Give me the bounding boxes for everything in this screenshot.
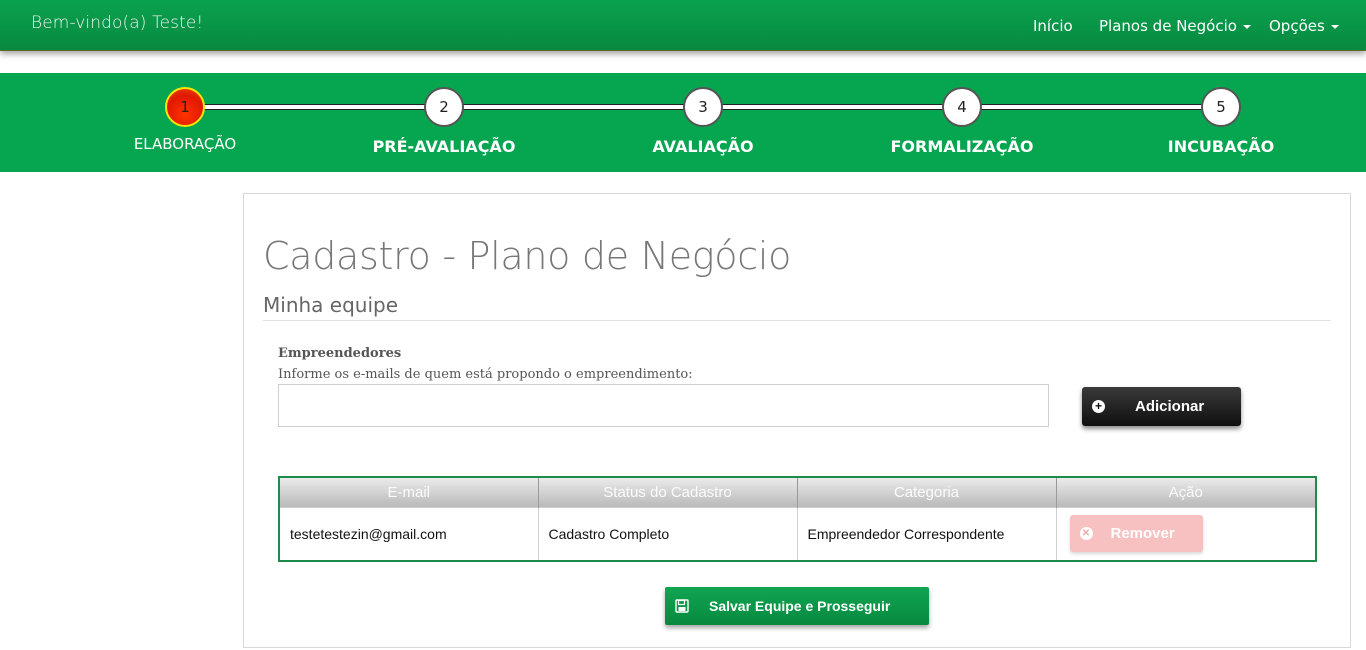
floppy-disk-icon [675,599,689,613]
times-circle-icon: ✕ [1079,527,1093,541]
page-title: Cadastro - Plano de Negócio [263,234,792,278]
divider [263,320,1331,321]
cell-status: Cadastro Completo [538,506,798,561]
save-team-button[interactable]: Salvar Equipe e Prosseguir [665,587,929,625]
email-input[interactable] [278,384,1049,427]
step-1-circle: 1 [165,87,205,127]
progress-stepper: 1 2 3 4 5 ELABORAÇÃO PRÉ-AVALIAÇÃO AVALI… [0,73,1366,172]
entrepreneurs-label: Empreendedores [278,346,402,361]
col-header-email: E-mail [279,477,539,507]
step-2-label: PRÉ-AVALIAÇÃO [372,137,516,156]
nav-opcoes-label: Opções [1269,17,1325,35]
step-connector [981,104,1203,110]
section-subtitle: Minha equipe [263,293,399,317]
remove-button[interactable]: ✕ Remover [1069,515,1203,553]
step-connector [722,104,944,110]
step-2-circle: 2 [424,87,464,127]
col-header-categoria: Categoria [797,477,1057,507]
col-header-acao: Ação [1056,477,1316,507]
entrepreneurs-help-text: Informe os e-mails de quem está propondo… [278,367,693,382]
step-connector [204,104,426,110]
table-header-row: E-mail Status do Cadastro Categoria Ação [279,477,1316,507]
step-5-circle: 5 [1201,87,1241,127]
step-4-label: FORMALIZAÇÃO [890,137,1034,156]
caret-down-icon [1242,24,1251,29]
col-header-status: Status do Cadastro [538,477,798,507]
nav-planos-dropdown[interactable]: Planos de Negócio [1099,17,1251,35]
remove-button-label: Remover [1110,525,1175,543]
add-button[interactable]: + Adicionar [1082,387,1241,426]
step-connector [463,104,685,110]
step-3-circle: 3 [683,87,723,127]
step-1-label: ELABORAÇÃO [133,135,237,153]
step-4-circle: 4 [942,87,982,127]
caret-down-icon [1330,24,1339,29]
top-navbar: Bem-vindo(a) Teste! Início Planos de Neg… [0,0,1366,51]
cell-acao: ✕ Remover [1056,506,1316,561]
table-row: testetestezin@gmail.com Cadastro Complet… [279,506,1316,561]
step-5-label: INCUBAÇÃO [1167,137,1275,156]
cell-email: testetestezin@gmail.com [279,506,539,561]
plus-circle-icon: + [1092,400,1105,413]
main-panel: Cadastro - Plano de Negócio Minha equipe… [243,193,1351,648]
nav-opcoes-dropdown[interactable]: Opções [1269,17,1339,35]
team-table: E-mail Status do Cadastro Categoria Ação… [278,476,1317,562]
add-button-label: Adicionar [1135,398,1205,415]
cell-categoria: Empreendedor Correspondente [797,506,1057,561]
nav-inicio-link[interactable]: Início [1033,17,1073,35]
nav-planos-label: Planos de Negócio [1099,17,1237,35]
step-3-label: AVALIAÇÃO [652,137,754,156]
save-button-label: Salvar Equipe e Prosseguir [709,598,891,614]
welcome-brand: Bem-vindo(a) Teste! [31,13,204,33]
